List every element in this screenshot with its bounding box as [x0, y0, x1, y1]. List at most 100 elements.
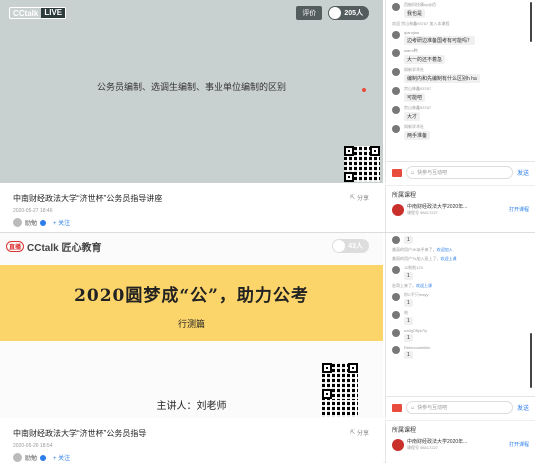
avatar[interactable] — [392, 87, 400, 95]
share-icon: ⇱ — [349, 430, 355, 436]
chat-username[interactable]: qianqian — [404, 30, 419, 35]
teacher-name[interactable]: 励勉 — [25, 218, 37, 227]
qr-code-secondary — [322, 399, 358, 417]
system-message: 美丽的用户JK似乎来了，欢迎加入 — [386, 247, 535, 253]
share-icon: ⇱ — [349, 195, 355, 201]
teacher-name[interactable]: 励勉 — [25, 453, 37, 462]
chat-message: 1 — [386, 235, 535, 244]
course-date: 2020-05-27 18:46 — [13, 208, 53, 214]
avatar[interactable] — [392, 329, 400, 337]
video-player[interactable]: 直播 CCtalk 匠心教育 43人 2020圆梦成“公”，助力公考 行测篇 主… — [0, 233, 383, 418]
live-room-panel-2: 直播 CCtalk 匠心教育 43人 2020圆梦成“公”，助力公考 行测篇 主… — [0, 232, 535, 463]
avatar[interactable] — [392, 3, 400, 11]
share-button[interactable]: ⇱ 分享 — [350, 428, 369, 437]
chat-username[interactable]: 宗山林鑫93767 — [404, 105, 431, 111]
chat-username[interactable]: 哈 — [404, 310, 408, 316]
chat-bubble: 两手准备 — [404, 131, 431, 140]
chat-message: 宗山林鑫93767 大才 — [386, 105, 535, 121]
related-course: 所属课程 中南财经政法大学2020年... 课程号 98417227 打开课程 — [385, 420, 535, 463]
chat-bubble: 大才 — [404, 112, 421, 121]
avatar[interactable] — [392, 31, 400, 39]
related-course: 所属课程 中南财经政法大学2020年... 课程号 98417227 打开课程 — [385, 185, 535, 232]
qr-code — [344, 146, 380, 182]
chat-message: 哈1 — [386, 310, 535, 325]
avatar[interactable] — [392, 106, 400, 114]
chat-bubble: 1 — [404, 236, 413, 244]
laser-pointer — [362, 88, 366, 92]
cctalk-live-badge: CCtalk LIVE — [9, 7, 67, 19]
brand-logo: 直播 CCtalk 匠心教育 — [6, 239, 101, 254]
chat-bubble: 我也是 — [404, 9, 426, 18]
gift-icon[interactable] — [392, 168, 402, 177]
open-course-button[interactable]: 打开课程 — [509, 441, 529, 448]
chat-message: 知新学术社 两手准备 — [386, 124, 535, 140]
chat-input-placeholder: 快参与互动吧 — [417, 170, 448, 176]
verified-icon — [40, 454, 47, 461]
avatar[interactable] — [392, 311, 400, 319]
chat-bubble: 1 — [404, 334, 413, 342]
course-info: 中南财经政法大学“济世杯”公务员指导 2020-05-26 18:54 励勉 +… — [0, 418, 383, 463]
chat-username[interactable]: warm鸭 — [404, 48, 418, 54]
related-course-title[interactable]: 中南财经政法大学2020年... — [407, 438, 506, 445]
chat-scrollbar[interactable] — [530, 2, 532, 42]
system-message: 美丽的用户Tk加入班上了，欢迎上课 — [386, 256, 535, 262]
teacher-row: 励勉 + 关注 — [13, 218, 70, 227]
chat-input[interactable]: ☺ 快参与互动吧 — [406, 401, 513, 414]
welcome-link[interactable]: 欢迎上课 — [416, 283, 432, 288]
avatar[interactable] — [392, 49, 400, 57]
user-icon — [329, 7, 342, 19]
avatar[interactable] — [392, 266, 400, 274]
chat-username[interactable]: 知新学术社 — [404, 67, 424, 73]
chat-username[interactable]: uxdgOffyk7ly — [404, 328, 427, 333]
course-title: 中南财经政法大学“济世杯”公务员指导讲座 — [13, 194, 163, 203]
chat-username[interactable]: 知新学术社 — [404, 124, 424, 130]
chat-username[interactable]: 西柚科技康sy@佰 — [404, 2, 436, 8]
chat-username[interactable]: 11啦啦123 — [404, 265, 423, 271]
chat-username[interactable]: 你C不只mayy — [404, 292, 428, 298]
follow-button[interactable]: + 关注 — [53, 453, 70, 462]
live-label: LIVE — [41, 8, 66, 18]
viewer-count-badge[interactable]: 43人 — [332, 239, 369, 253]
avatar[interactable] — [13, 453, 22, 462]
qr-code — [322, 363, 358, 399]
course-date: 2020-05-26 18:54 — [13, 443, 53, 449]
send-button[interactable]: 发送 — [517, 403, 529, 412]
gift-icon[interactable] — [392, 403, 402, 412]
avatar[interactable] — [392, 293, 400, 301]
viewer-count: 205人 — [344, 10, 363, 17]
welcome-link[interactable]: 欢迎上课 — [440, 256, 456, 261]
welcome-link[interactable]: 欢迎加入 — [437, 247, 453, 252]
chat-input-bar: ☺ 快参与互动吧 发送 — [386, 161, 535, 183]
related-course-title[interactable]: 中南财经政法大学2020年... — [407, 203, 506, 210]
chat-bubble: 可能吧 — [404, 93, 426, 102]
course-title: 中南财经政法大学“济世杯”公务员指导 — [13, 429, 147, 438]
emoji-icon[interactable]: ☺ — [410, 170, 415, 176]
avatar[interactable] — [392, 125, 400, 133]
live-label: 直播 — [6, 241, 25, 252]
viewer-count-badge[interactable]: 205人 — [328, 6, 369, 20]
related-course-id: 课程号 98417227 — [407, 210, 438, 215]
video-player[interactable]: CCtalk LIVE 评价 205人 公务员编制、选调生编制、事业单位编制的区… — [0, 0, 383, 183]
chat-username[interactable]: Rebeccahhkkh — [404, 345, 430, 350]
chat-bubble: 1 — [404, 351, 413, 359]
open-course-button[interactable]: 打开课程 — [509, 206, 529, 213]
system-message-text: 欢迎 宗山林鑫93767 加入本课程 — [392, 21, 450, 26]
live-room-panel-1: CCtalk LIVE 评价 205人 公务员编制、选调生编制、事业单位编制的区… — [0, 0, 535, 232]
chat-bubble: 1 — [404, 272, 413, 280]
send-button[interactable]: 发送 — [517, 168, 529, 177]
avatar[interactable] — [392, 346, 400, 354]
related-heading: 所属课程 — [392, 428, 417, 434]
chat-message: 你C不只mayy 1 — [386, 292, 535, 307]
chat-input[interactable]: ☺ 快参与互动吧 — [406, 166, 513, 179]
avatar[interactable] — [392, 68, 400, 76]
school-logo-icon — [392, 438, 404, 451]
avatar[interactable] — [392, 236, 400, 244]
emoji-icon[interactable]: ☺ — [410, 405, 415, 411]
chat-username[interactable]: 宗山林鑫93767 — [404, 86, 431, 92]
rate-button[interactable]: 评价 — [296, 6, 323, 20]
follow-button[interactable]: + 关注 — [53, 218, 70, 227]
system-message-text: 美丽的用户Tk加入班上了， — [392, 256, 441, 261]
avatar[interactable] — [13, 218, 22, 227]
chat-scrollbar[interactable] — [530, 333, 532, 388]
share-button[interactable]: ⇱ 分享 — [350, 193, 369, 202]
